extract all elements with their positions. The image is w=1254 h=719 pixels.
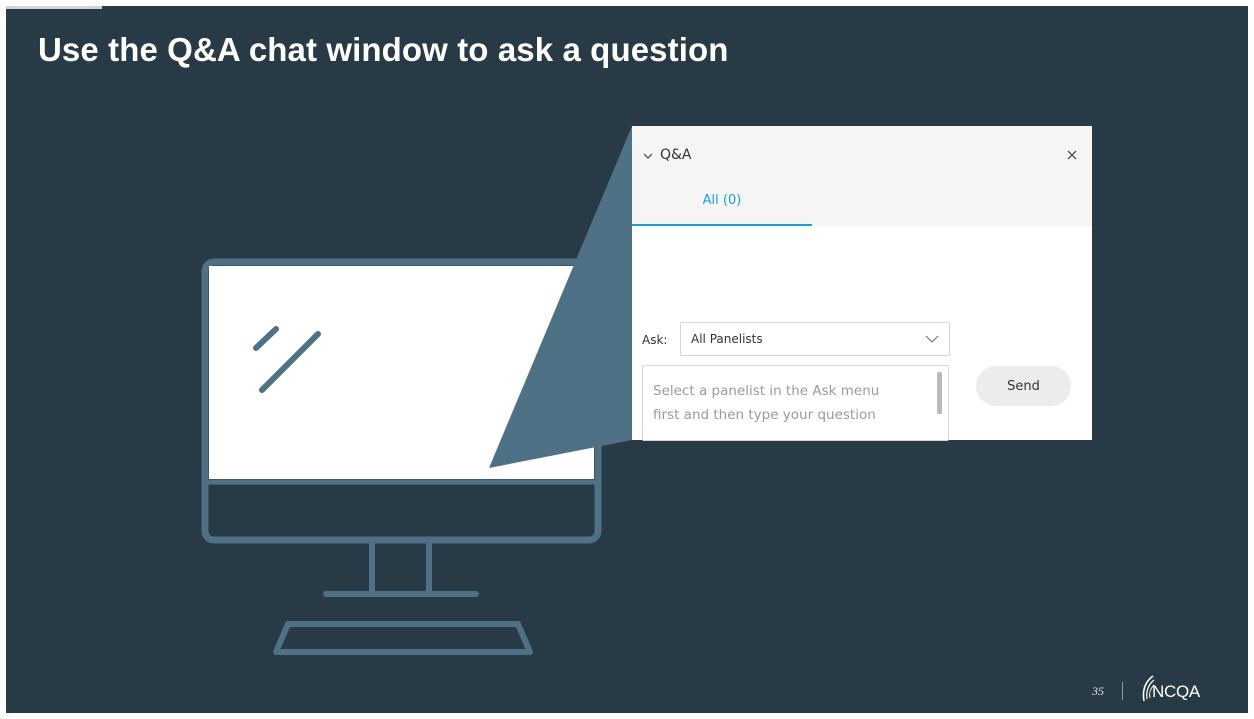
slide: Use the Q&A chat window to ask a questio… — [6, 6, 1248, 713]
question-placeholder: Select a panelist in the Ask menu first … — [653, 383, 880, 423]
tab-all[interactable]: All (0) — [632, 186, 812, 226]
chevron-down-icon[interactable] — [642, 150, 654, 162]
qa-title: Q&A — [660, 147, 692, 163]
ncqa-logo-text: NCQA — [1152, 682, 1200, 701]
tab-all-label: All (0) — [702, 193, 742, 208]
qa-header: Q&A All (0) — [632, 126, 1092, 226]
footer-divider — [1122, 682, 1123, 700]
qa-panel: Q&A All (0) Ask: All Panelists Select a … — [632, 126, 1092, 441]
chevron-down-icon — [925, 335, 939, 343]
send-button[interactable]: Send — [976, 366, 1071, 406]
question-input[interactable]: Select a panelist in the Ask menu first … — [642, 365, 949, 441]
ask-select[interactable]: All Panelists — [680, 322, 950, 356]
tab-active-indicator — [632, 224, 812, 226]
page-number: 35 — [1092, 684, 1104, 698]
ask-select-value: All Panelists — [691, 332, 763, 346]
ask-label: Ask: — [642, 333, 668, 347]
close-icon[interactable] — [1065, 148, 1079, 162]
keyboard — [273, 621, 533, 655]
question-scrollbar[interactable] — [937, 372, 942, 414]
